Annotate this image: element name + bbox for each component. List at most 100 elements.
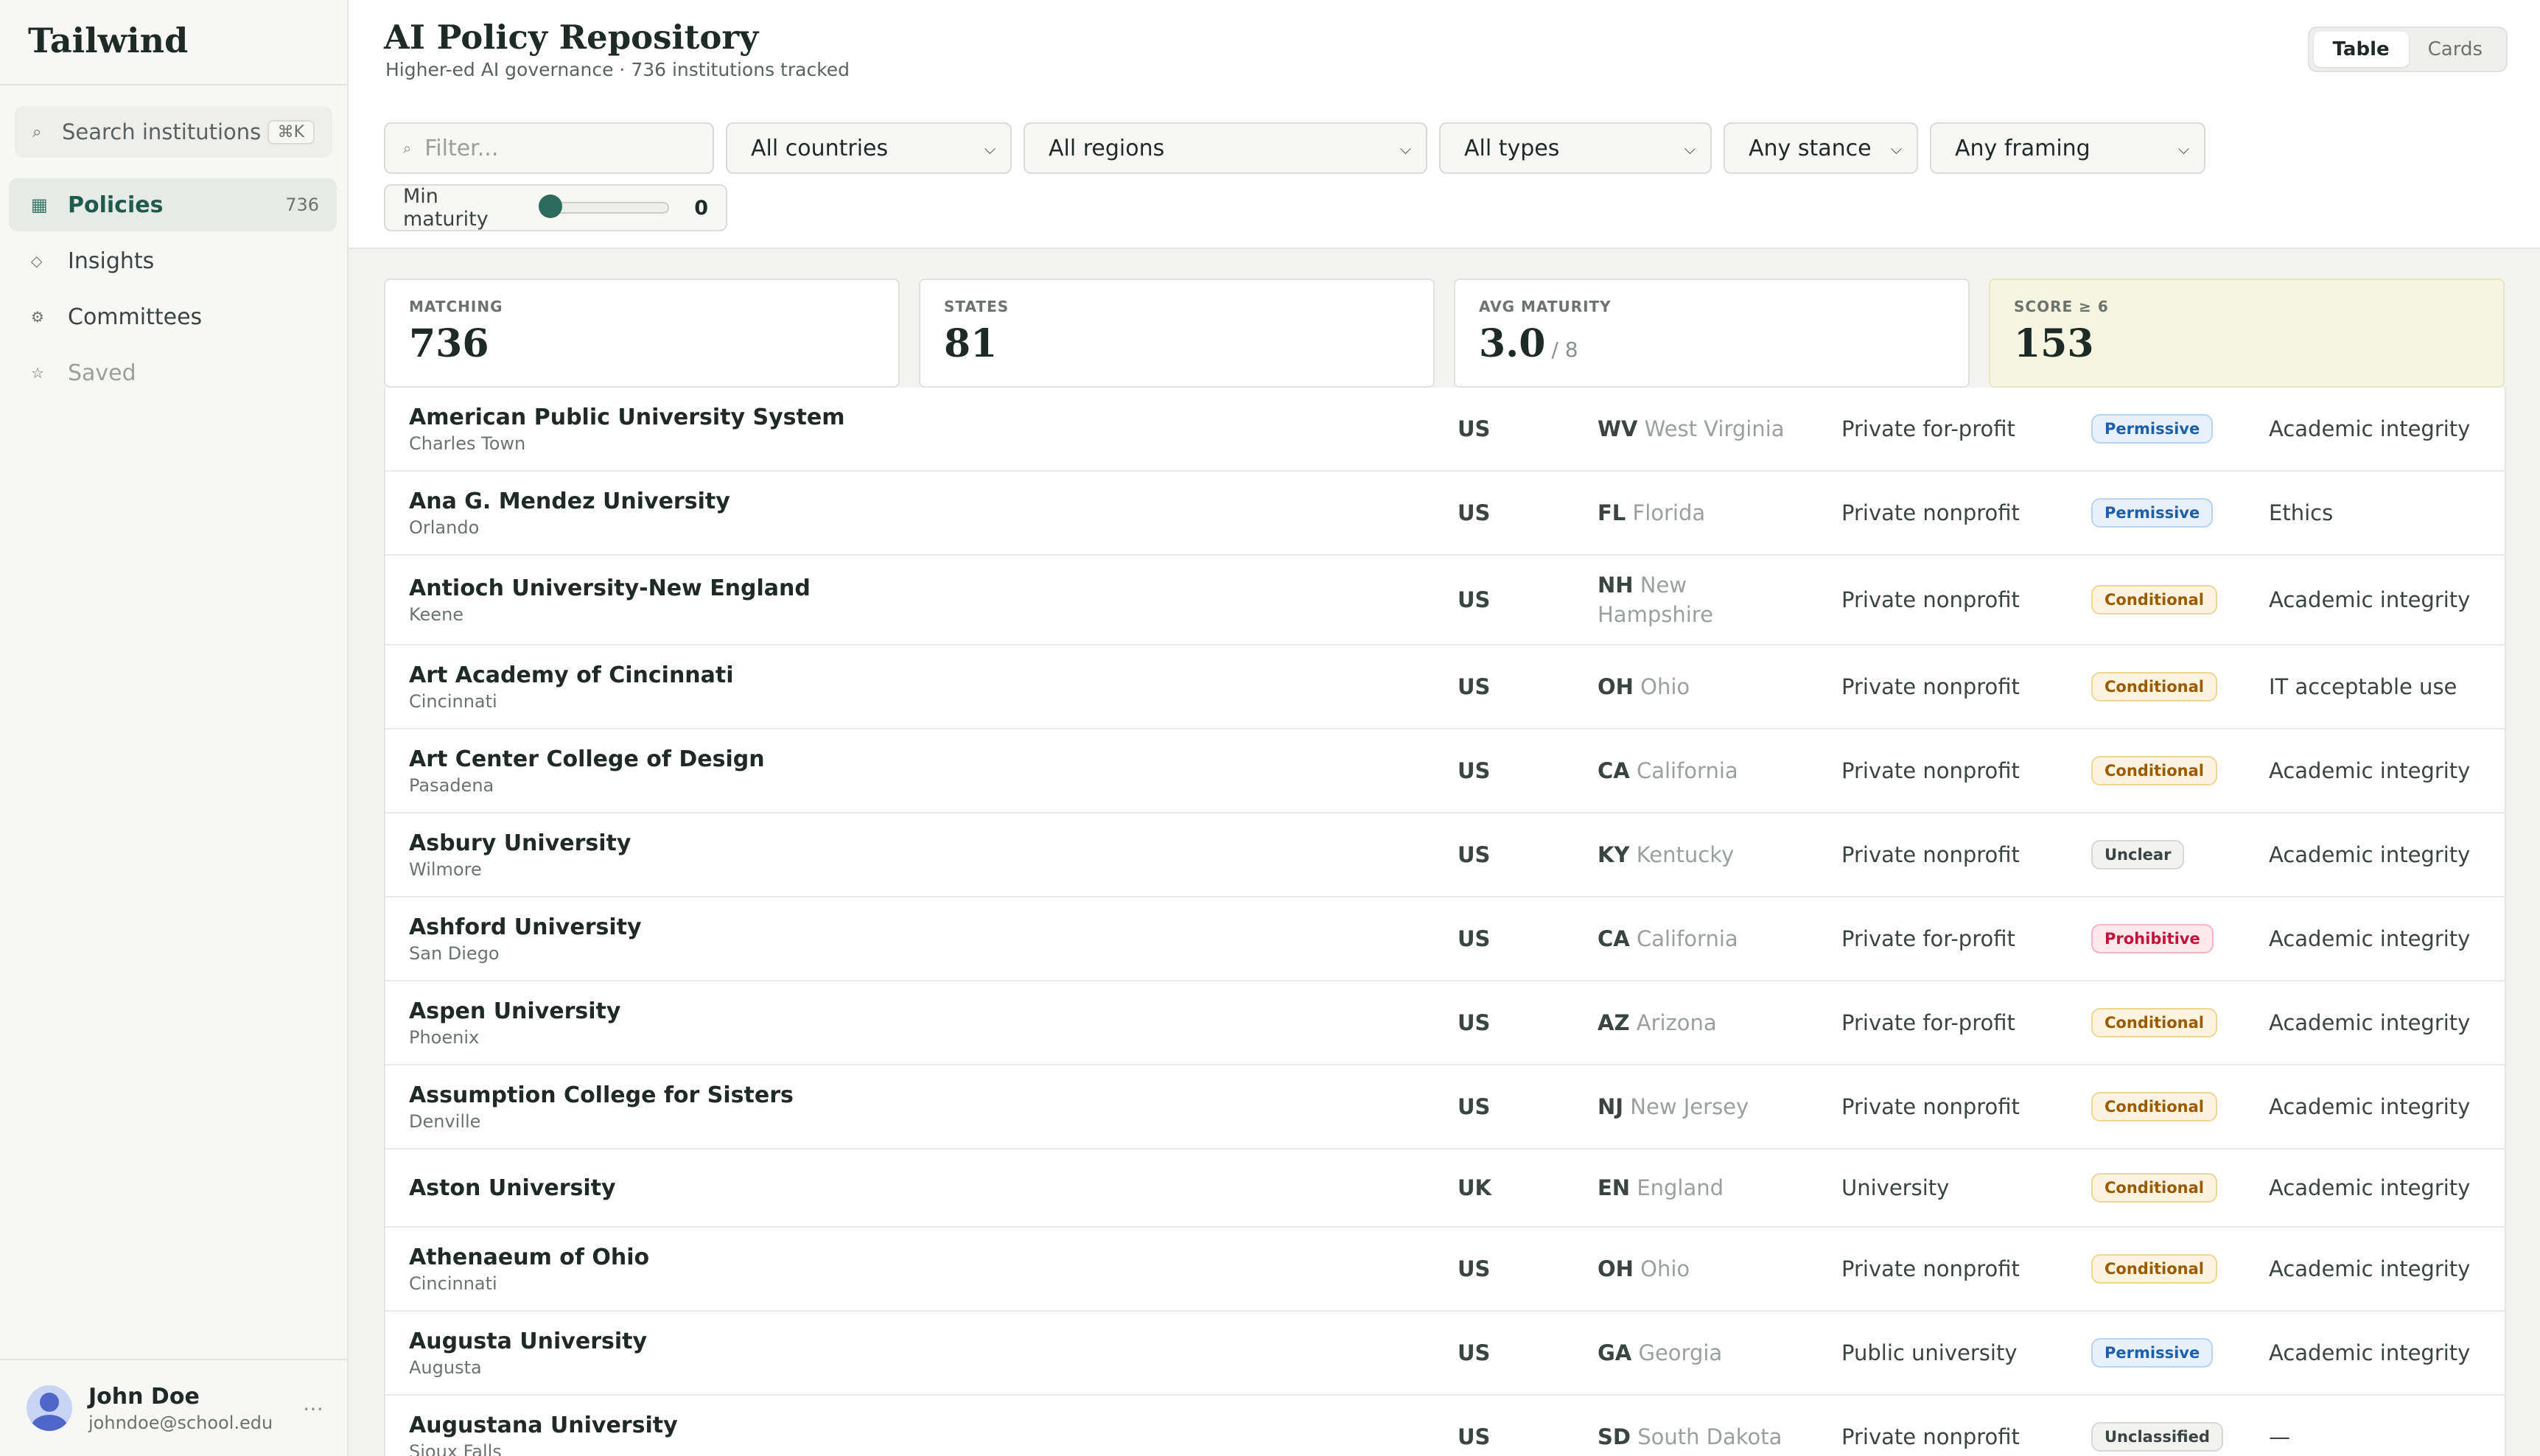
sidebar-item-policies[interactable]: ▦ Policies 736 [9, 178, 337, 231]
institution-name[interactable]: Assumption College for Sisters [409, 1082, 1367, 1108]
user-email: johndoe@school.edu [88, 1412, 273, 1433]
cards-view-button[interactable]: Cards [2409, 32, 2502, 67]
stat-matching: MATCHING 736 [384, 279, 900, 388]
table-row[interactable]: Assumption College for Sisters Denville US… [385, 1065, 2505, 1149]
type-select[interactable]: All types ⌵ [1439, 122, 1712, 174]
institution-name[interactable]: Augustana University [409, 1413, 1367, 1438]
institution-type: Private for-profit [1841, 1010, 2015, 1035]
slider-thumb[interactable] [538, 195, 562, 218]
institution-name[interactable]: Ashford University [409, 914, 1367, 940]
institution-name[interactable]: Athenaeum of Ohio [409, 1245, 1367, 1270]
institution-name[interactable]: Aspen University [409, 998, 1367, 1024]
table-row[interactable]: Aston University UK EN England University Co… [385, 1149, 2505, 1228]
state-cell: EN England [1598, 1149, 1796, 1226]
institution-type: Private nonprofit [1841, 842, 2020, 867]
institution-type: Private nonprofit [1841, 674, 2020, 699]
institution-type: Private nonprofit [1841, 500, 2020, 525]
institution-cell: Augusta University Augusta [409, 1312, 1367, 1394]
state-cell: KY Kentucky [1598, 813, 1796, 896]
country-code: US [1458, 500, 1491, 525]
institution-cell: Ana G. Mendez University Orlando [409, 472, 1367, 554]
min-maturity-slider[interactable] [538, 195, 670, 218]
table-view-button[interactable]: Table [2313, 32, 2409, 67]
search-icon: ⌕ [403, 139, 412, 157]
more-options-icon[interactable]: ⋯ [303, 1396, 325, 1421]
state-cell: GA Georgia [1598, 1312, 1796, 1394]
table-row[interactable]: Ashford University San Diego US CA Californ… [385, 897, 2505, 981]
filter-input[interactable]: ⌕ Filter... [384, 122, 714, 174]
state-code: EN [1598, 1175, 1631, 1200]
shortcut-badge: ⌘K [267, 119, 315, 144]
main-content: AI Policy Repository Higher-ed AI govern… [349, 0, 2540, 1456]
country-code: US [1458, 758, 1491, 783]
state-name: Ohio [1640, 674, 1690, 699]
table-row[interactable]: Athenaeum of Ohio Cincinnati US OH Ohio Priv… [385, 1228, 2505, 1312]
state-name: South Dakota [1637, 1424, 1782, 1449]
state-code: NJ [1598, 1094, 1624, 1119]
table-row[interactable]: Asbury University Wilmore US KY Kentucky Pri… [385, 813, 2505, 897]
framing-select[interactable]: Any framing ⌵ [1930, 122, 2205, 174]
search-institutions-button[interactable]: ⌕ Search institutions ⌘K [15, 106, 332, 158]
institution-name[interactable]: Ana G. Mendez University [409, 489, 1367, 514]
state-code: WV [1598, 416, 1638, 441]
institution-cell: Athenaeum of Ohio Cincinnati [409, 1228, 1367, 1310]
stance-cell: Permissive [2091, 1312, 2214, 1394]
institution-name[interactable]: Augusta University [409, 1329, 1367, 1354]
stance-badge: Permissive [2091, 414, 2214, 444]
stat-score: SCORE ≥ 6 153 [1989, 279, 2505, 388]
stance-cell: Conditional [2091, 981, 2218, 1064]
stance-cell: Conditional [2091, 645, 2218, 728]
min-maturity-label: Min maturity [403, 185, 489, 231]
stance-cell: Permissive [2091, 472, 2214, 554]
framing-cell: Academic integrity [2269, 1094, 2471, 1119]
sidebar-item-saved[interactable]: ☆ Saved [9, 346, 337, 399]
table-row[interactable]: American Public University System Charles… [385, 388, 2505, 472]
table-row[interactable]: Art Center College of Design Pasadena US CA… [385, 729, 2505, 813]
institution-name[interactable]: Art Center College of Design [409, 746, 1367, 772]
stance-badge: Conditional [2091, 585, 2218, 615]
table-row[interactable]: Antioch University-New England Keene US NH … [385, 556, 2505, 645]
stance-badge: Conditional [2091, 756, 2218, 785]
institution-name[interactable]: American Public University System [409, 405, 1367, 430]
state-code: FL [1598, 500, 1626, 525]
country-select[interactable]: All countries ⌵ [726, 122, 1012, 174]
state-code: GA [1598, 1340, 1632, 1365]
table-row[interactable]: Ana G. Mendez University Orlando US FL Flor… [385, 472, 2505, 556]
search-icon: ⌕ [32, 122, 42, 141]
filter-placeholder: Filter... [424, 135, 499, 161]
framing-cell: Academic integrity [2269, 587, 2471, 612]
sidebar-nav: ▦ Policies 736 ◇ Insights ⚙ Committees ☆… [0, 178, 347, 399]
state-name: Florida [1632, 500, 1706, 525]
table-row[interactable]: Augusta University Augusta US GA Georgia Pub… [385, 1312, 2505, 1396]
institution-name[interactable]: Aston University [409, 1175, 1367, 1201]
state-cell: NH New Hampshire [1598, 556, 1796, 644]
stat-states: STATES 81 [919, 279, 1435, 388]
table-row[interactable]: Art Academy of Cincinnati Cincinnati US OH … [385, 645, 2505, 729]
institution-name[interactable]: Antioch University-New England [409, 575, 1367, 601]
stance-select-value: Any stance [1749, 135, 1872, 161]
stats-row: MATCHING 736 STATES 81 AVG MATURITY 3.0/… [384, 279, 2505, 388]
stat-value: 736 [409, 321, 489, 366]
table-row[interactable]: Augustana University Sioux Falls US SD Sout… [385, 1396, 2505, 1456]
institution-name[interactable]: Asbury University [409, 830, 1367, 856]
min-maturity-filter: Min maturity 0 [384, 184, 727, 231]
sidebar-item-insights[interactable]: ◇ Insights [9, 234, 337, 287]
institution-type: Private nonprofit [1841, 1424, 2020, 1449]
stance-select[interactable]: Any stance ⌵ [1724, 122, 1918, 174]
table-row[interactable]: Aspen University Phoenix US AZ Arizona Priva… [385, 981, 2505, 1065]
chevron-down-icon: ⌵ [1890, 140, 1902, 158]
state-code: AZ [1598, 1010, 1630, 1035]
sidebar-item-committees[interactable]: ⚙ Committees [9, 290, 337, 343]
diamond-icon: ◇ [31, 252, 43, 270]
header: AI Policy Repository Higher-ed AI govern… [349, 0, 2540, 249]
star-icon: ☆ [31, 364, 44, 382]
framing-cell: Academic integrity [2269, 1010, 2471, 1035]
stance-cell: Prohibitive [2091, 897, 2214, 980]
region-select[interactable]: All regions ⌵ [1024, 122, 1427, 174]
institution-city: Keene [409, 603, 464, 625]
institution-name[interactable]: Art Academy of Cincinnati [409, 662, 1367, 688]
stat-value-wrap: 3.0/ 8 [1479, 321, 1968, 366]
state-code: CA [1598, 758, 1630, 783]
page-title: AI Policy Repository [384, 18, 759, 57]
user-profile[interactable]: John Doe johndoe@school.edu ⋯ [0, 1359, 347, 1456]
